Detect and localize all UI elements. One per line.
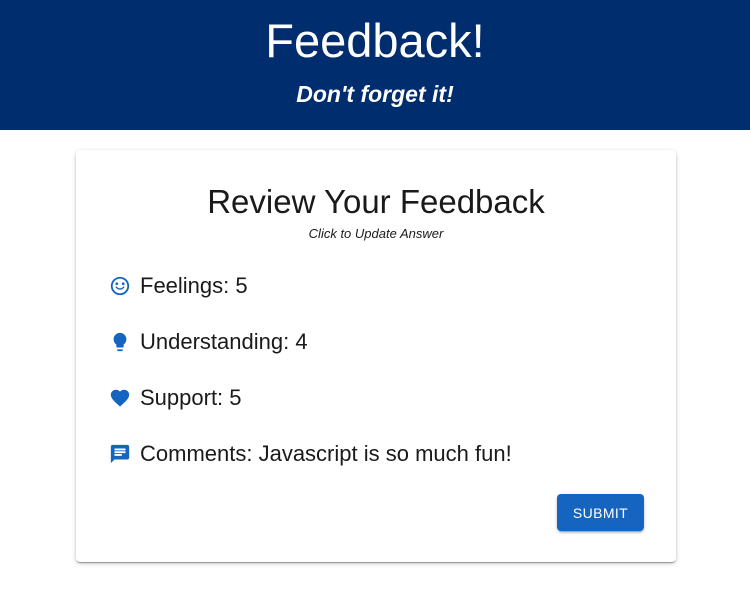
smiley-face-icon (108, 274, 132, 298)
support-answer-text: Support: 5 (140, 385, 242, 410)
feelings-answer-text: Feelings: 5 (140, 273, 248, 298)
comment-icon (108, 442, 132, 466)
heart-icon (108, 386, 132, 410)
app-subtitle: Don't forget it! (296, 81, 454, 107)
card-hint: Click to Update Answer (308, 226, 444, 241)
support-answer[interactable]: Support: 5 (108, 383, 648, 413)
app-header: Feedback! Don't forget it! (0, 0, 750, 130)
card-title: Review Your Feedback (207, 183, 545, 220)
comments-answer-text: Comments: Javascript is so much fun! (140, 441, 512, 466)
lightbulb-icon (108, 330, 132, 354)
app-title: Feedback! (265, 14, 485, 67)
understanding-answer[interactable]: Understanding: 4 (108, 327, 648, 357)
submit-button[interactable]: SUBMIT (557, 494, 644, 531)
comments-answer[interactable]: Comments: Javascript is so much fun! (108, 439, 648, 469)
understanding-answer-text: Understanding: 4 (140, 329, 308, 354)
review-card: Review Your Feedback Click to Update Ans… (76, 150, 676, 562)
feelings-answer[interactable]: Feelings: 5 (108, 271, 648, 301)
